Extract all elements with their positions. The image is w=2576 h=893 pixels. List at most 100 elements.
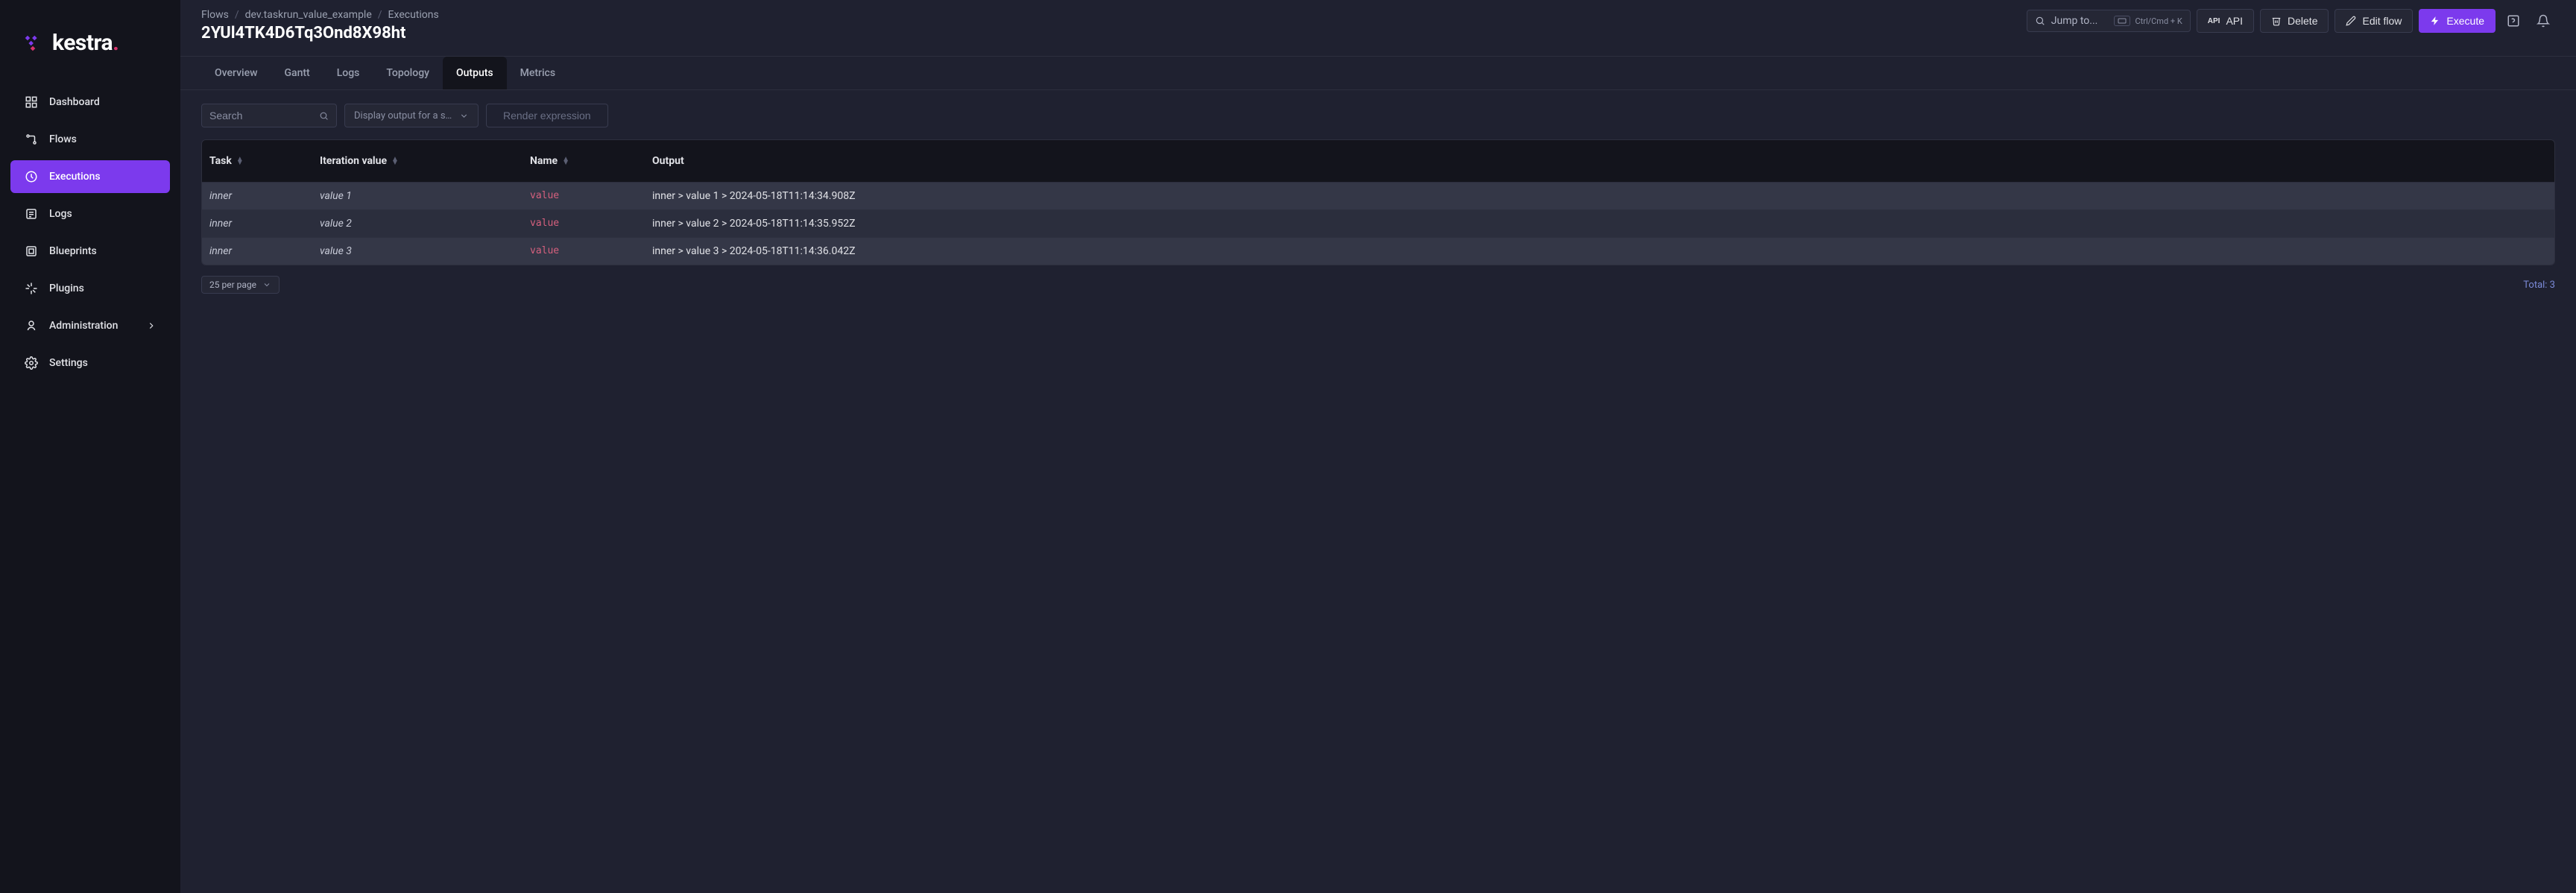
keyboard-icon xyxy=(2114,16,2130,26)
sidebar-item-label: Administration xyxy=(49,320,118,332)
blueprints-icon xyxy=(24,244,39,259)
sort-icon: ▲▼ xyxy=(236,157,244,165)
breadcrumb-separator: / xyxy=(235,9,239,21)
chevron-down-icon xyxy=(459,111,469,121)
sidebar-item-label: Flows xyxy=(49,133,77,145)
cell-task: inner xyxy=(202,183,312,209)
cell-iteration: value 1 xyxy=(312,183,523,209)
table-header: Task ▲▼ Iteration value ▲▼ Name ▲▼ Outpu… xyxy=(202,140,2554,182)
jump-placeholder: Jump to... xyxy=(2051,15,2098,27)
breadcrumb-link[interactable]: dev.taskrun_value_example xyxy=(245,9,372,21)
header-actions: Jump to... Ctrl/Cmd + K API API Delete xyxy=(2027,9,2555,33)
pencil-icon xyxy=(2346,16,2356,26)
sidebar-item-logs[interactable]: Logs xyxy=(10,198,170,230)
cell-task: inner xyxy=(202,210,312,237)
breadcrumb-separator: / xyxy=(378,9,382,21)
plugins-icon xyxy=(24,281,39,296)
sidebar-item-executions[interactable]: Executions xyxy=(10,160,170,193)
cell-output: inner > value 3 > 2024-05-18T11:14:36.04… xyxy=(645,238,2554,265)
api-button[interactable]: API API xyxy=(2197,9,2254,33)
admin-icon xyxy=(24,318,39,333)
execute-button[interactable]: Execute xyxy=(2419,9,2496,33)
tab-outputs[interactable]: Outputs xyxy=(443,57,507,89)
help-button[interactable] xyxy=(2501,9,2525,33)
search-input-wrapper[interactable] xyxy=(201,104,337,127)
table-row[interactable]: inner value 2 value inner > value 2 > 20… xyxy=(202,209,2554,237)
breadcrumb: Flows / dev.taskrun_value_example / Exec… xyxy=(201,9,439,21)
search-icon xyxy=(2035,16,2045,26)
search-icon xyxy=(319,111,329,121)
flows-icon xyxy=(24,132,39,147)
sort-icon: ▲▼ xyxy=(562,157,569,165)
sidebar: kestra. Dashboard Flows Executions Logs … xyxy=(0,0,180,893)
page-title: 2YUl4TK4D6Tq3Ond8X98ht xyxy=(201,24,439,42)
outputs-panel: Display output for a s… Render expressio… xyxy=(180,90,2576,307)
cell-output: inner > value 1 > 2024-05-18T11:14:34.90… xyxy=(645,183,2554,209)
logo[interactable]: kestra. xyxy=(0,15,180,78)
sidebar-item-administration[interactable]: Administration xyxy=(10,309,170,342)
per-page-select[interactable]: 25 per page xyxy=(201,276,280,294)
execution-tabs: Overview Gantt Logs Topology Outputs Met… xyxy=(180,57,2576,90)
notifications-button[interactable] xyxy=(2531,9,2555,33)
table-row[interactable]: inner value 3 value inner > value 3 > 20… xyxy=(202,237,2554,265)
display-output-select[interactable]: Display output for a s… xyxy=(344,104,479,127)
sidebar-item-label: Executions xyxy=(49,171,101,183)
edit-label: Edit flow xyxy=(2362,15,2402,27)
tab-gantt[interactable]: Gantt xyxy=(271,57,323,89)
breadcrumb-link[interactable]: Executions xyxy=(388,9,439,21)
delete-button[interactable]: Delete xyxy=(2260,9,2329,33)
chevron-down-icon xyxy=(262,280,271,289)
cell-task: inner xyxy=(202,238,312,265)
column-header-task[interactable]: Task ▲▼ xyxy=(202,148,312,174)
logo-icon xyxy=(22,33,43,54)
sidebar-item-settings[interactable]: Settings xyxy=(10,347,170,379)
main-content: Flows / dev.taskrun_value_example / Exec… xyxy=(180,0,2576,893)
cell-name: value xyxy=(523,238,645,265)
per-page-label: 25 per page xyxy=(209,280,256,290)
outputs-table: Task ▲▼ Iteration value ▲▼ Name ▲▼ Outpu… xyxy=(201,139,2555,265)
cell-output: inner > value 2 > 2024-05-18T11:14:35.95… xyxy=(645,210,2554,237)
total-count: Total: 3 xyxy=(2523,280,2555,291)
tab-logs[interactable]: Logs xyxy=(323,57,373,89)
cell-iteration: value 2 xyxy=(312,210,523,237)
shortcut-text: Ctrl/Cmd + K xyxy=(2135,16,2182,26)
sidebar-item-flows[interactable]: Flows xyxy=(10,123,170,156)
sort-icon: ▲▼ xyxy=(391,157,399,165)
brand-name: kestra. xyxy=(52,30,119,56)
column-header-name[interactable]: Name ▲▼ xyxy=(523,148,645,174)
sidebar-item-label: Settings xyxy=(49,357,88,369)
tab-metrics[interactable]: Metrics xyxy=(507,57,569,89)
table-row[interactable]: inner value 1 value inner > value 1 > 20… xyxy=(202,182,2554,209)
execute-label: Execute xyxy=(2446,15,2484,27)
cell-iteration: value 3 xyxy=(312,238,523,265)
delete-label: Delete xyxy=(2288,15,2317,27)
jump-to-search[interactable]: Jump to... Ctrl/Cmd + K xyxy=(2027,10,2191,32)
logs-icon xyxy=(24,206,39,221)
breadcrumb-link[interactable]: Flows xyxy=(201,9,229,21)
column-header-output: Output xyxy=(645,148,2554,174)
sidebar-item-label: Dashboard xyxy=(49,96,100,108)
dashboard-icon xyxy=(24,95,39,110)
bolt-icon xyxy=(2430,16,2440,26)
render-expression-button[interactable]: Render expression xyxy=(486,104,608,127)
tab-overview[interactable]: Overview xyxy=(201,57,271,89)
cell-name: value xyxy=(523,210,645,237)
sidebar-item-label: Blueprints xyxy=(49,245,97,257)
edit-flow-button[interactable]: Edit flow xyxy=(2334,9,2413,33)
search-input[interactable] xyxy=(209,110,319,122)
cell-name: value xyxy=(523,183,645,209)
sidebar-item-blueprints[interactable]: Blueprints xyxy=(10,235,170,268)
table-footer: 25 per page Total: 3 xyxy=(201,276,2555,294)
main-nav: Dashboard Flows Executions Logs Blueprin… xyxy=(0,78,180,391)
topbar: Flows / dev.taskrun_value_example / Exec… xyxy=(180,0,2576,57)
sidebar-item-label: Plugins xyxy=(49,283,84,294)
column-header-iteration[interactable]: Iteration value ▲▼ xyxy=(312,148,523,174)
api-label: API xyxy=(2226,15,2243,27)
settings-icon xyxy=(24,356,39,370)
sidebar-item-dashboard[interactable]: Dashboard xyxy=(10,86,170,119)
sidebar-item-label: Logs xyxy=(49,208,72,220)
executions-icon xyxy=(24,169,39,184)
tab-topology[interactable]: Topology xyxy=(373,57,443,89)
api-icon: API xyxy=(2208,17,2220,25)
sidebar-item-plugins[interactable]: Plugins xyxy=(10,272,170,305)
